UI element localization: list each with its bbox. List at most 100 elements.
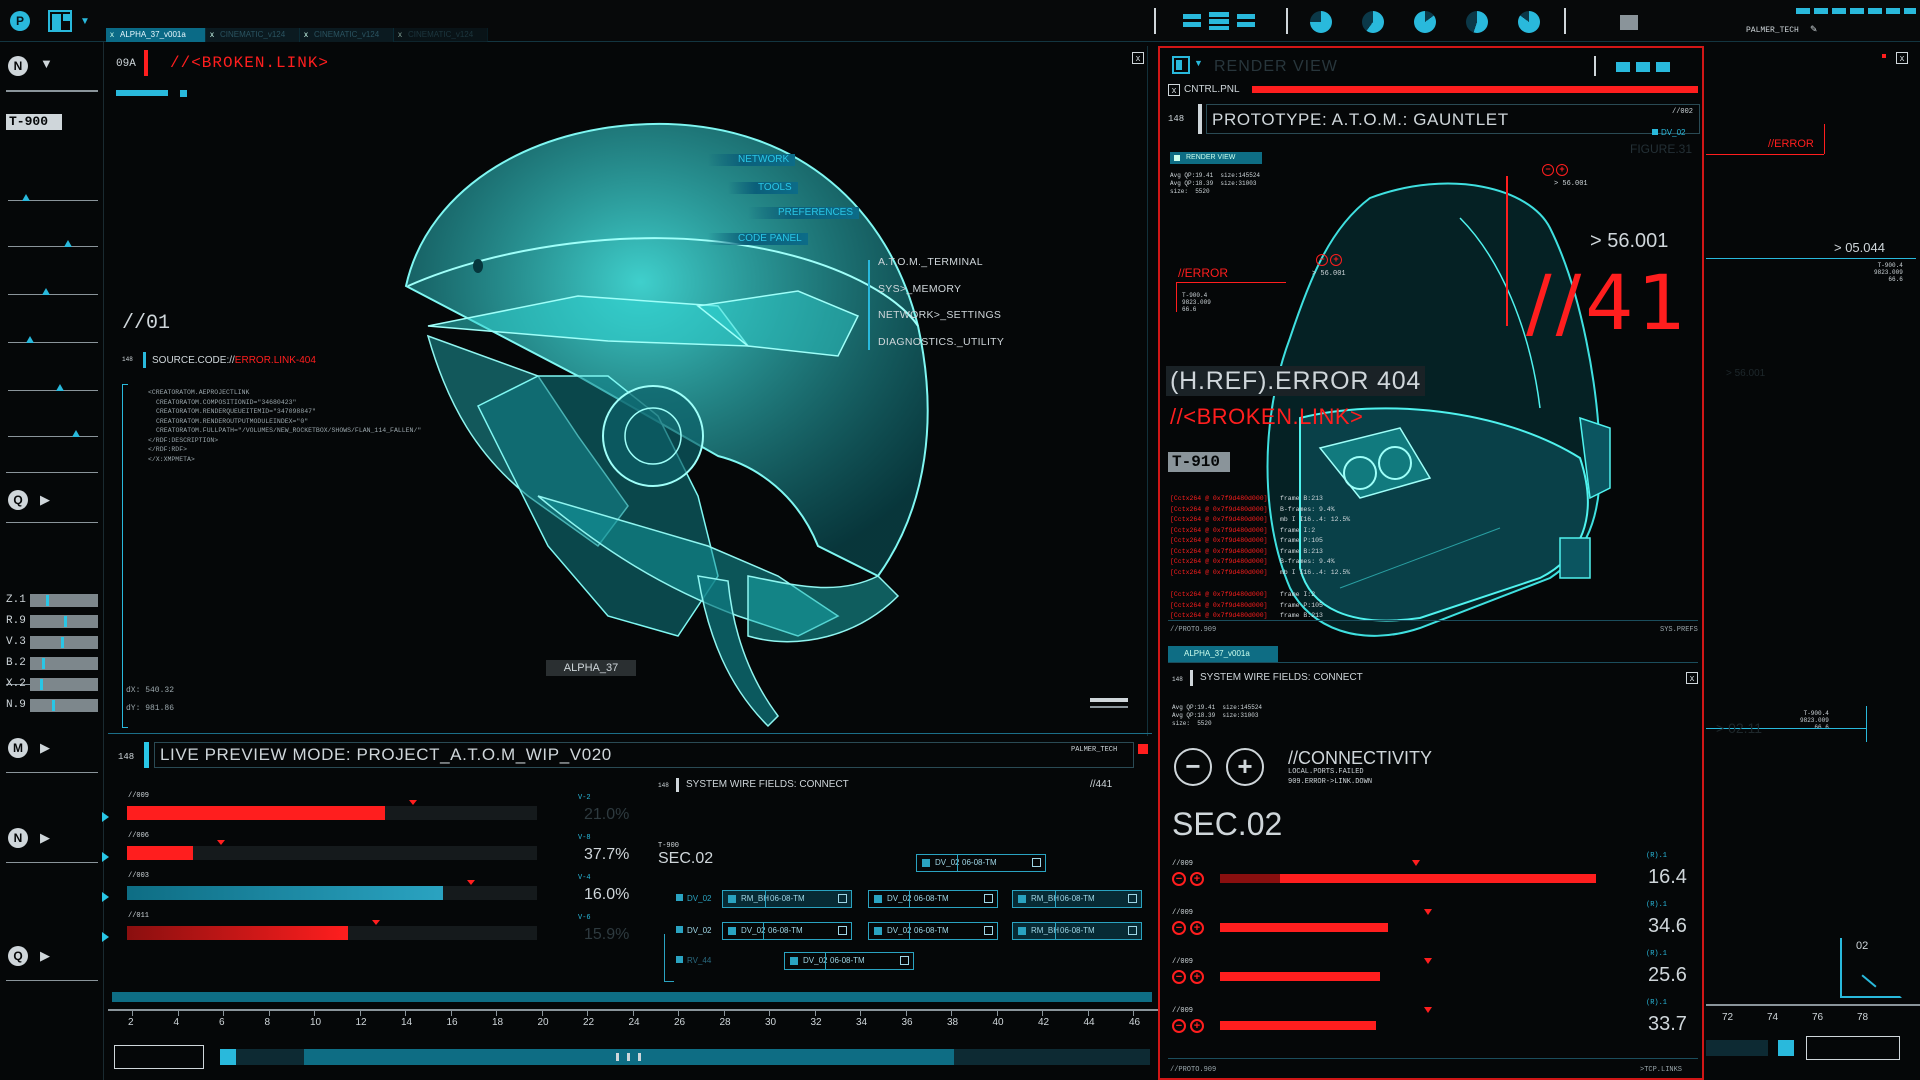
chevron-down-icon[interactable]: ▼: [80, 16, 90, 27]
slider[interactable]: [30, 699, 98, 712]
connect-tab[interactable]: ALPHA_37_v001a: [1168, 646, 1278, 662]
menu-network[interactable]: NETWORK: [708, 154, 796, 166]
slider[interactable]: [30, 615, 98, 628]
progress-bar[interactable]: [127, 806, 385, 820]
minus-icon[interactable]: −: [1172, 921, 1186, 935]
timeline[interactable]: 2 4 6 8 10 12 14 16 18 20 22 24 26 28 30 32 34 36 38 40 42 44…: [108, 1005, 1158, 1080]
slider[interactable]: [30, 636, 98, 649]
plus-icon[interactable]: +: [1190, 1019, 1204, 1033]
group-button-q[interactable]: Q: [8, 490, 28, 510]
tab-alpha[interactable]: x ALPHA_37_v001a: [106, 28, 206, 42]
pie-chart-icon-2[interactable]: [1362, 11, 1384, 33]
close-icon[interactable]: x: [1896, 52, 1908, 64]
slider-handle[interactable]: [46, 595, 50, 606]
plus-icon[interactable]: +: [1190, 872, 1204, 886]
play-icon[interactable]: [102, 812, 109, 822]
panel-layout-icon[interactable]: [1172, 56, 1190, 74]
menu-tools[interactable]: TOOLS: [728, 182, 798, 194]
plus-icon[interactable]: +: [1190, 970, 1204, 984]
tab-cinematic-3[interactable]: x CINEMATIC_v124: [394, 28, 488, 42]
system-item-memory[interactable]: SYS>_MEMORY: [878, 283, 961, 295]
menu-code-panel[interactable]: CODE PANEL: [708, 233, 808, 245]
list-view-icon[interactable]: [1183, 14, 1201, 28]
gauge-widget[interactable]: [1840, 938, 1902, 998]
play-icon[interactable]: ▶: [40, 948, 50, 964]
field-box[interactable]: RM_BH 06-08-TM: [1012, 890, 1142, 908]
helmet-model[interactable]: [278, 76, 1038, 736]
plus-icon[interactable]: +: [1190, 921, 1204, 935]
progress-bar[interactable]: [127, 846, 193, 860]
field-box[interactable]: DV_02 06-08-TM: [916, 854, 1046, 872]
slider[interactable]: [30, 657, 98, 670]
group-button-q2[interactable]: Q: [8, 946, 28, 966]
connect-foot-left: //PROTO.909: [1170, 1066, 1217, 1074]
progress-bar[interactable]: [127, 886, 443, 900]
play-icon[interactable]: ▶: [40, 830, 50, 846]
menu-preferences[interactable]: PREFERENCES: [748, 207, 860, 219]
minus-icon[interactable]: −: [1172, 970, 1186, 984]
slider-handle[interactable]: [39, 679, 43, 690]
slider[interactable]: [30, 594, 98, 607]
slider-handle[interactable]: [41, 658, 45, 669]
minus-icon[interactable]: −: [1172, 872, 1186, 886]
scroll-left-icon[interactable]: [220, 1049, 236, 1065]
group-button-n2[interactable]: N: [8, 828, 28, 848]
compact-view-icon[interactable]: [1237, 14, 1255, 28]
close-icon[interactable]: x: [1132, 52, 1144, 64]
scroll-right-icon[interactable]: [1778, 1040, 1794, 1056]
minus-button[interactable]: −: [1174, 748, 1212, 786]
plus-button[interactable]: +: [1226, 748, 1264, 786]
connect-bar[interactable]: [1220, 874, 1596, 883]
layout-icon[interactable]: [48, 10, 72, 32]
field-box[interactable]: DV_02 06-08-TM: [868, 922, 998, 940]
timeline-start-field[interactable]: [114, 1045, 204, 1069]
field-box[interactable]: DV_02 06-08-TM: [784, 952, 914, 970]
window-controls[interactable]: [1796, 8, 1916, 14]
tab-cinematic-2[interactable]: x CINEMATIC_v124: [300, 28, 394, 42]
edit-icon[interactable]: ✎: [1810, 24, 1818, 35]
slider-handle[interactable]: [63, 616, 67, 627]
grid-view-icon[interactable]: [1209, 12, 1229, 30]
group-button-n[interactable]: N: [8, 56, 28, 76]
close-icon[interactable]: x: [1168, 84, 1180, 96]
play-icon[interactable]: [102, 852, 109, 862]
slider-handle[interactable]: [52, 700, 56, 711]
system-item-network[interactable]: NETWORK>_SETTINGS: [878, 309, 1001, 321]
progress-bar[interactable]: [127, 926, 348, 940]
plus-icon[interactable]: +: [1330, 254, 1342, 266]
pie-chart-icon-3[interactable]: [1414, 11, 1436, 33]
pie-chart-icon-5[interactable]: [1518, 11, 1540, 33]
pie-chart-icon-4[interactable]: [1466, 11, 1488, 33]
play-icon[interactable]: [102, 892, 109, 902]
minus-icon[interactable]: −: [1542, 164, 1554, 176]
system-item-diagnostics[interactable]: DIAGNOSTICS._UTILITY: [878, 336, 1004, 348]
minus-icon[interactable]: −: [1316, 254, 1328, 266]
field-box[interactable]: DV_02 06-08-TM: [722, 922, 852, 940]
slider[interactable]: [30, 678, 98, 691]
log-message: B-frames: 9.4%: [1280, 558, 1335, 565]
play-icon[interactable]: [102, 932, 109, 942]
scroll-handle[interactable]: [1090, 698, 1128, 702]
connect-bar[interactable]: [1220, 972, 1380, 981]
play-icon[interactable]: ▶: [40, 492, 50, 508]
field-box[interactable]: RM_BH 06-08-TM: [1012, 922, 1142, 940]
minus-icon[interactable]: −: [1172, 1019, 1186, 1033]
timeline-end-field[interactable]: [1806, 1036, 1900, 1060]
play-icon[interactable]: ▶: [40, 740, 50, 756]
field-box[interactable]: DV_02 06-08-TM: [868, 890, 998, 908]
stop-icon[interactable]: [1620, 15, 1638, 30]
log-source: [Cctx264 @ 0x7f9d480d000]: [1170, 495, 1268, 502]
tab-cinematic-1[interactable]: x CINEMATIC_v124: [206, 28, 300, 42]
pie-chart-icon-1[interactable]: [1310, 11, 1332, 33]
system-item-terminal[interactable]: A.T.O.M._TERMINAL: [878, 256, 983, 268]
connect-bar[interactable]: [1220, 923, 1388, 932]
field-box[interactable]: RM_BH 06-08-TM: [722, 890, 852, 908]
slider-handle[interactable]: [61, 637, 65, 648]
record-icon[interactable]: [1138, 744, 1148, 754]
connect-bar[interactable]: [1220, 1021, 1376, 1030]
view-toggle[interactable]: [1616, 62, 1676, 72]
group-button-m[interactable]: M: [8, 738, 28, 758]
dropdown-triangle-icon[interactable]: ▼: [40, 56, 53, 71]
plus-icon[interactable]: +: [1556, 164, 1568, 176]
close-icon[interactable]: x: [1686, 672, 1698, 684]
